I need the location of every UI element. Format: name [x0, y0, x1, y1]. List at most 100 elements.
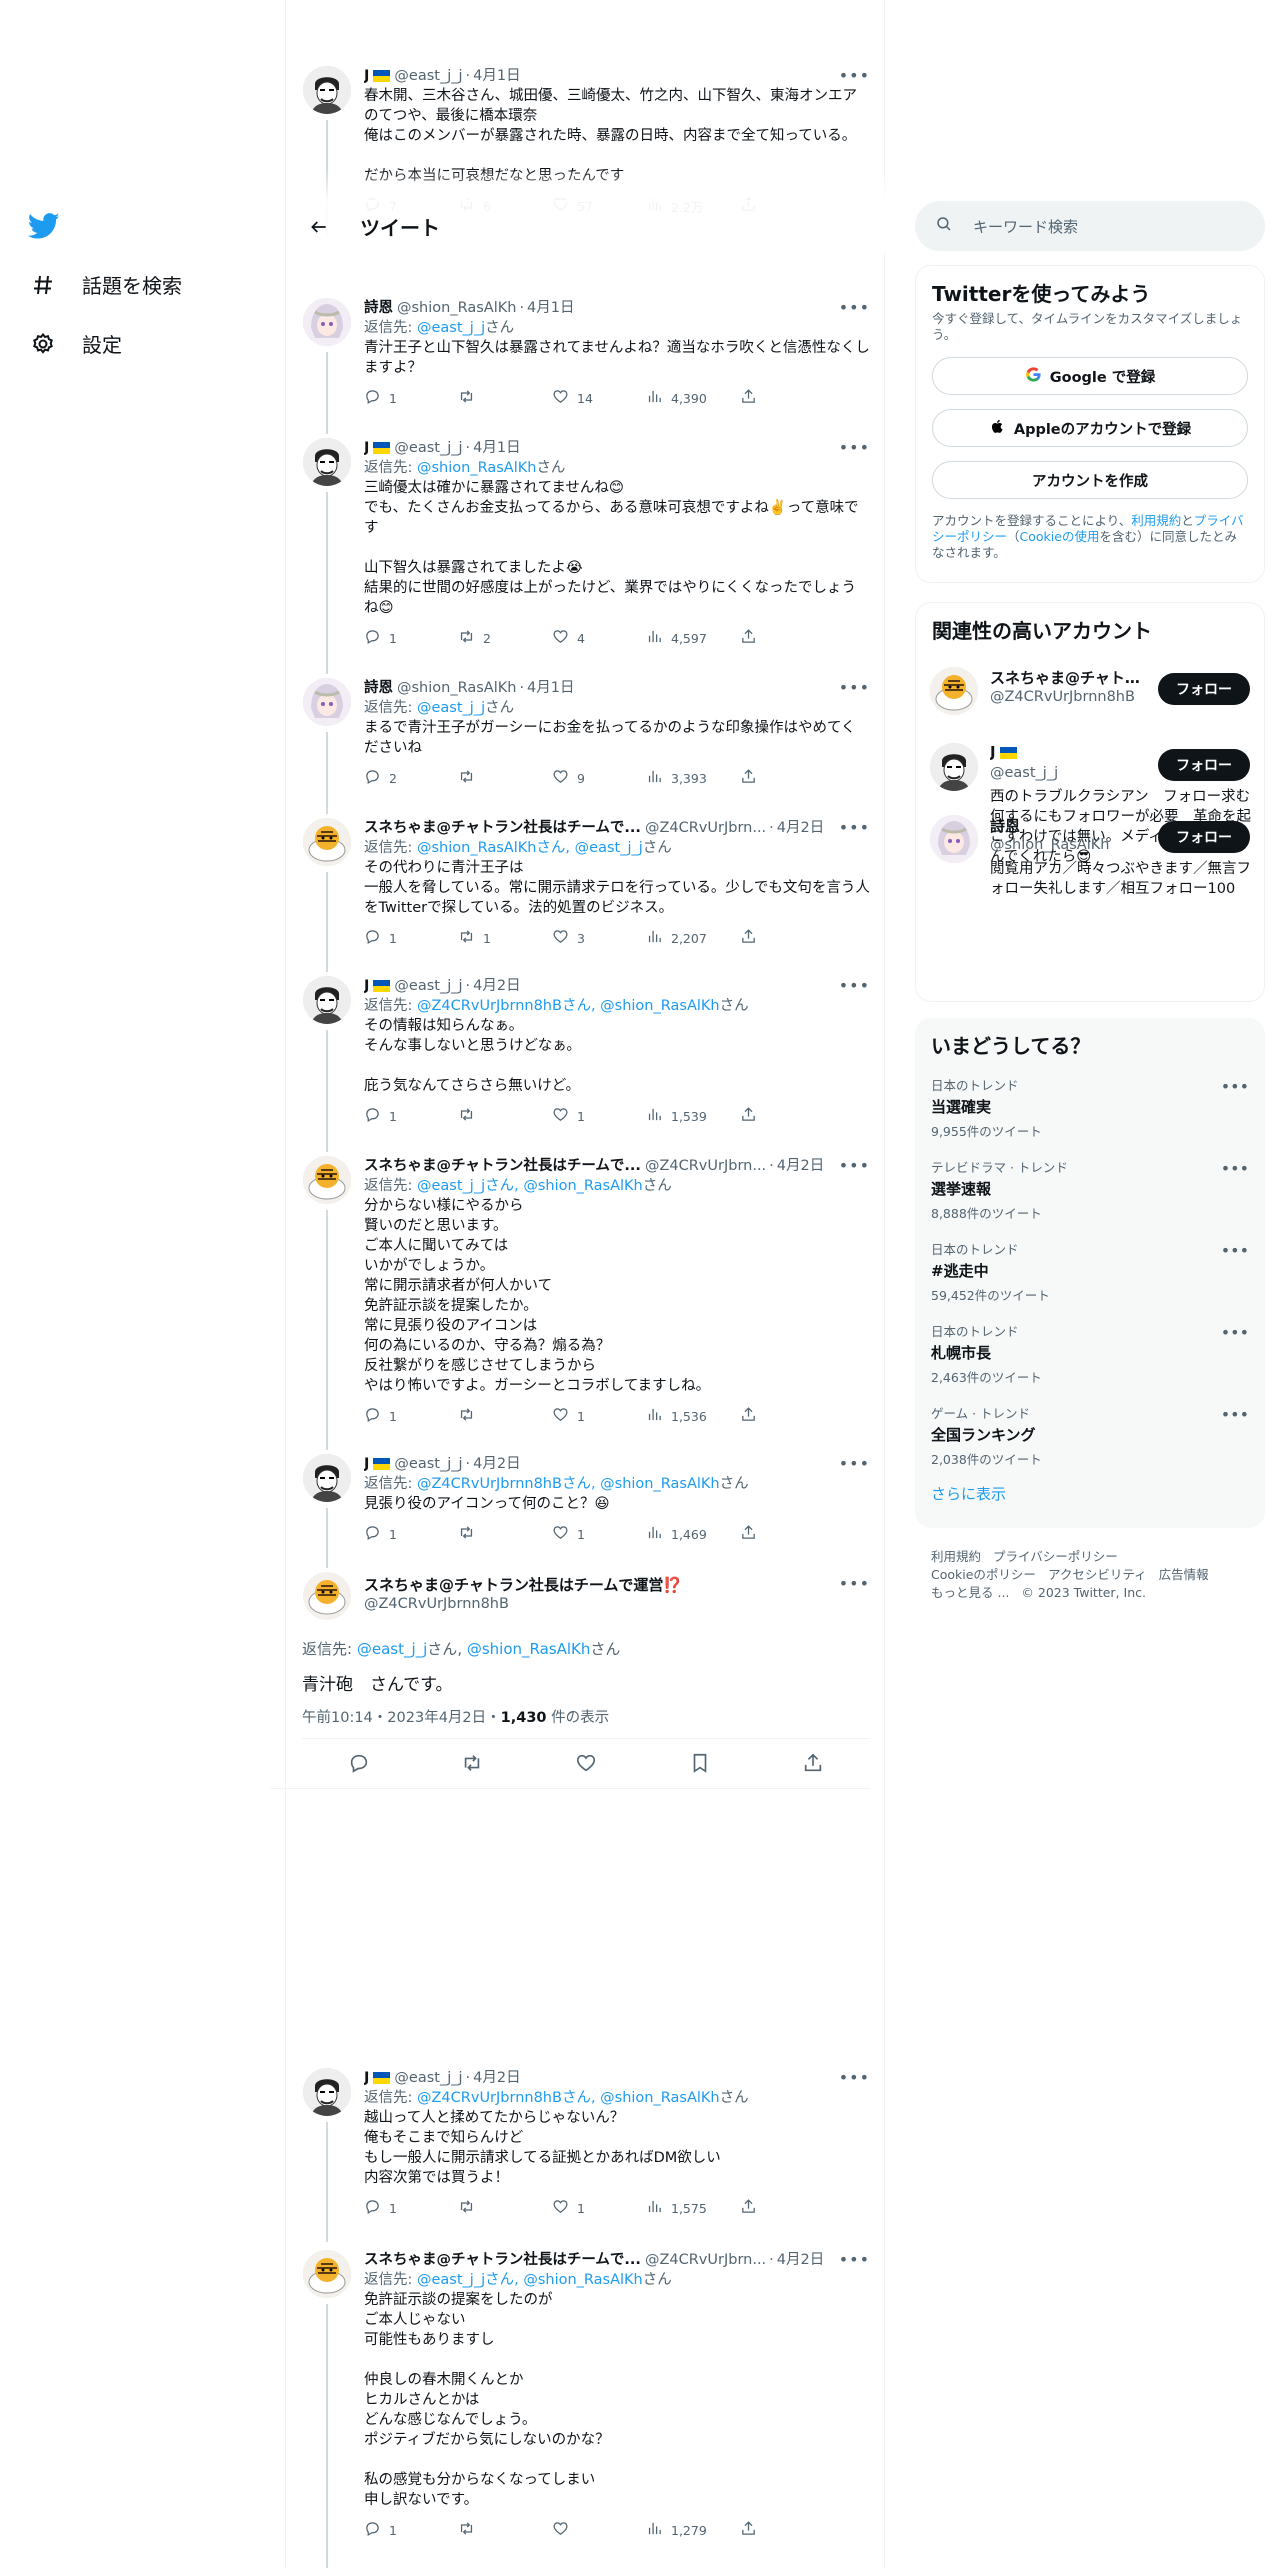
- avatar[interactable]: [303, 1156, 351, 1204]
- reply-button[interactable]: 1: [364, 928, 458, 948]
- author-name[interactable]: スネちゃま@チャトラン社長はチームで...: [364, 1156, 641, 1176]
- trend-item[interactable]: 日本のトレンド 当選確実 9,955件のツイート •••: [915, 1063, 1265, 1145]
- tweet-date[interactable]: 4月2日: [473, 1454, 520, 1474]
- more-icon[interactable]: •••: [839, 976, 870, 995]
- follow-button[interactable]: フォロー: [1158, 749, 1250, 781]
- account-handle[interactable]: @east_j_j: [990, 765, 1058, 781]
- more-icon[interactable]: •••: [839, 1156, 870, 1175]
- trend-item[interactable]: ゲーム · トレンド 全国ランキング 2,038件のツイート •••: [915, 1391, 1265, 1473]
- views-button[interactable]: 1,539: [646, 1106, 740, 1126]
- reply-button[interactable]: 1: [364, 628, 458, 648]
- reply-link[interactable]: @shion_RasAlKhさん, @east_j_j: [417, 840, 643, 856]
- like-button[interactable]: 1: [552, 1524, 646, 1544]
- share-button[interactable]: [740, 1524, 834, 1544]
- google-signup-button[interactable]: Google で登録: [932, 357, 1248, 395]
- reply-link[interactable]: @east_j_j: [417, 320, 485, 336]
- author-handle[interactable]: @shion_RasAlKh: [397, 298, 516, 318]
- account-name[interactable]: J: [990, 743, 1140, 761]
- more-icon[interactable]: •••: [839, 2068, 870, 2087]
- reply-link[interactable]: @east_j_jさん, @shion_RasAlKh: [417, 1178, 643, 1194]
- more-icon[interactable]: •••: [1221, 1405, 1249, 1424]
- account-handle[interactable]: @shion_RasAlKh: [990, 837, 1109, 853]
- reply-link[interactable]: @east_j_j: [417, 700, 485, 716]
- retweet-button[interactable]: [458, 1524, 552, 1544]
- footer-link[interactable]: 広告情報: [1159, 1567, 1209, 1582]
- share-button[interactable]: [740, 388, 834, 408]
- views-button[interactable]: 4,597: [646, 628, 740, 648]
- tweet[interactable]: ••• スネちゃま@チャトラン社長はチームで... @Z4CRvUrJbrn... ·…: [286, 1156, 886, 1450]
- avatar[interactable]: [303, 298, 351, 346]
- views-button[interactable]: 1,279: [646, 2520, 740, 2540]
- reply-button[interactable]: 1: [364, 1524, 458, 1544]
- author-handle[interactable]: @east_j_j: [394, 1454, 462, 1474]
- views-button[interactable]: 3,393: [646, 768, 740, 788]
- trend-item[interactable]: 日本のトレンド #逃走中 59,452件のツイート •••: [915, 1227, 1265, 1309]
- like-button[interactable]: 3: [552, 928, 646, 948]
- cookie-link[interactable]: Cookieの使用: [1020, 529, 1100, 544]
- avatar[interactable]: [303, 976, 351, 1024]
- footer-link[interactable]: アクセシビリティ: [1048, 1567, 1147, 1582]
- more-icon[interactable]: •••: [839, 298, 870, 317]
- more-icon[interactable]: •••: [1221, 1241, 1249, 1260]
- tweet[interactable]: ••• J @east_j_j · 4月2日 返信先: @Z4CRvUrJbrnn8hBさ…: [286, 1454, 886, 1568]
- tweet-date[interactable]: 4月2日: [473, 2068, 520, 2088]
- tweet[interactable]: ••• スネちゃま@チャトラン社長はチームで... @Z4CRvUrJbrn... ·…: [286, 818, 886, 972]
- create-account-button[interactable]: アカウントを作成: [932, 461, 1248, 499]
- tweet[interactable]: ••• 詩恩 @shion_RasAlKh · 4月1日 返信先: @east_j_jさん…: [286, 298, 886, 434]
- apple-signup-button[interactable]: Appleのアカウントで登録: [932, 409, 1248, 447]
- author-name[interactable]: 詩恩: [364, 298, 393, 318]
- more-icon[interactable]: •••: [839, 678, 870, 697]
- retweet-icon[interactable]: [461, 1752, 483, 1778]
- views-button[interactable]: 4,390: [646, 388, 740, 408]
- show-more-link[interactable]: さらに表示: [915, 1473, 1265, 1514]
- focus-author-name[interactable]: スネちゃま@チャトラン社長はチームで運営⁉️: [364, 1574, 682, 1595]
- author-name[interactable]: J: [364, 66, 369, 86]
- author-handle[interactable]: @east_j_j: [394, 976, 462, 996]
- search-input[interactable]: キーワード検索: [973, 216, 1078, 237]
- more-icon[interactable]: •••: [1221, 1323, 1249, 1342]
- more-icon[interactable]: •••: [839, 1574, 870, 1593]
- author-handle[interactable]: @shion_RasAlKh: [397, 678, 516, 698]
- tweet-date[interactable]: 4月2日: [777, 2250, 824, 2270]
- share-button[interactable]: [740, 1106, 834, 1126]
- views-button[interactable]: 2,207: [646, 928, 740, 948]
- avatar[interactable]: [303, 1572, 351, 1620]
- retweet-button[interactable]: [458, 1106, 552, 1126]
- avatar[interactable]: [303, 2250, 351, 2298]
- follow-button[interactable]: フォロー: [1158, 673, 1250, 705]
- trend-item[interactable]: テレビドラマ · トレンド 選挙速報 8,888件のツイート •••: [915, 1145, 1265, 1227]
- reply-link[interactable]: @east_j_jさん, @shion_RasAlKh: [417, 2272, 643, 2288]
- share-button[interactable]: [740, 628, 834, 648]
- trend-item[interactable]: 日本のトレンド 札幌市長 2,463件のツイート •••: [915, 1309, 1265, 1391]
- tweet-date[interactable]: 4月2日: [473, 976, 520, 996]
- views-button[interactable]: 1,575: [646, 2198, 740, 2218]
- share-button[interactable]: [740, 2520, 834, 2540]
- focus-time[interactable]: 午前10:14・2023年4月2日・: [302, 1710, 501, 1726]
- more-icon[interactable]: •••: [1221, 1077, 1249, 1096]
- like-icon[interactable]: [575, 1752, 597, 1778]
- avatar[interactable]: [303, 1454, 351, 1502]
- share-button[interactable]: [740, 2198, 834, 2218]
- footer-link[interactable]: もっと見る ...: [931, 1585, 1009, 1600]
- views-button[interactable]: 1,469: [646, 1524, 740, 1544]
- like-button[interactable]: 1: [552, 2198, 646, 2218]
- more-icon[interactable]: •••: [839, 438, 870, 457]
- terms-link[interactable]: 利用規約: [1131, 513, 1181, 528]
- more-icon[interactable]: •••: [839, 818, 870, 837]
- retweet-button[interactable]: [458, 768, 552, 788]
- reply-link[interactable]: @shion_RasAlKh: [467, 1640, 591, 1658]
- avatar[interactable]: [303, 2068, 351, 2116]
- bookmark-icon[interactable]: [689, 1752, 711, 1778]
- avatar[interactable]: [303, 818, 351, 866]
- author-name[interactable]: 詩恩: [364, 678, 393, 698]
- like-button[interactable]: 14: [552, 388, 646, 408]
- back-arrow-icon[interactable]: [302, 210, 336, 244]
- avatar[interactable]: [930, 743, 978, 791]
- tweet-date[interactable]: 4月1日: [527, 678, 574, 698]
- retweet-button[interactable]: [458, 1406, 552, 1426]
- tweet[interactable]: ••• J @east_j_j · 4月2日 返信先: @Z4CRvUrJbrnn8hBさ…: [286, 2068, 886, 2242]
- share-button[interactable]: [740, 928, 834, 948]
- views-button[interactable]: 1,536: [646, 1406, 740, 1426]
- footer-link[interactable]: プライバシーポリシー: [993, 1549, 1118, 1564]
- footer-link[interactable]: 利用規約: [931, 1549, 981, 1564]
